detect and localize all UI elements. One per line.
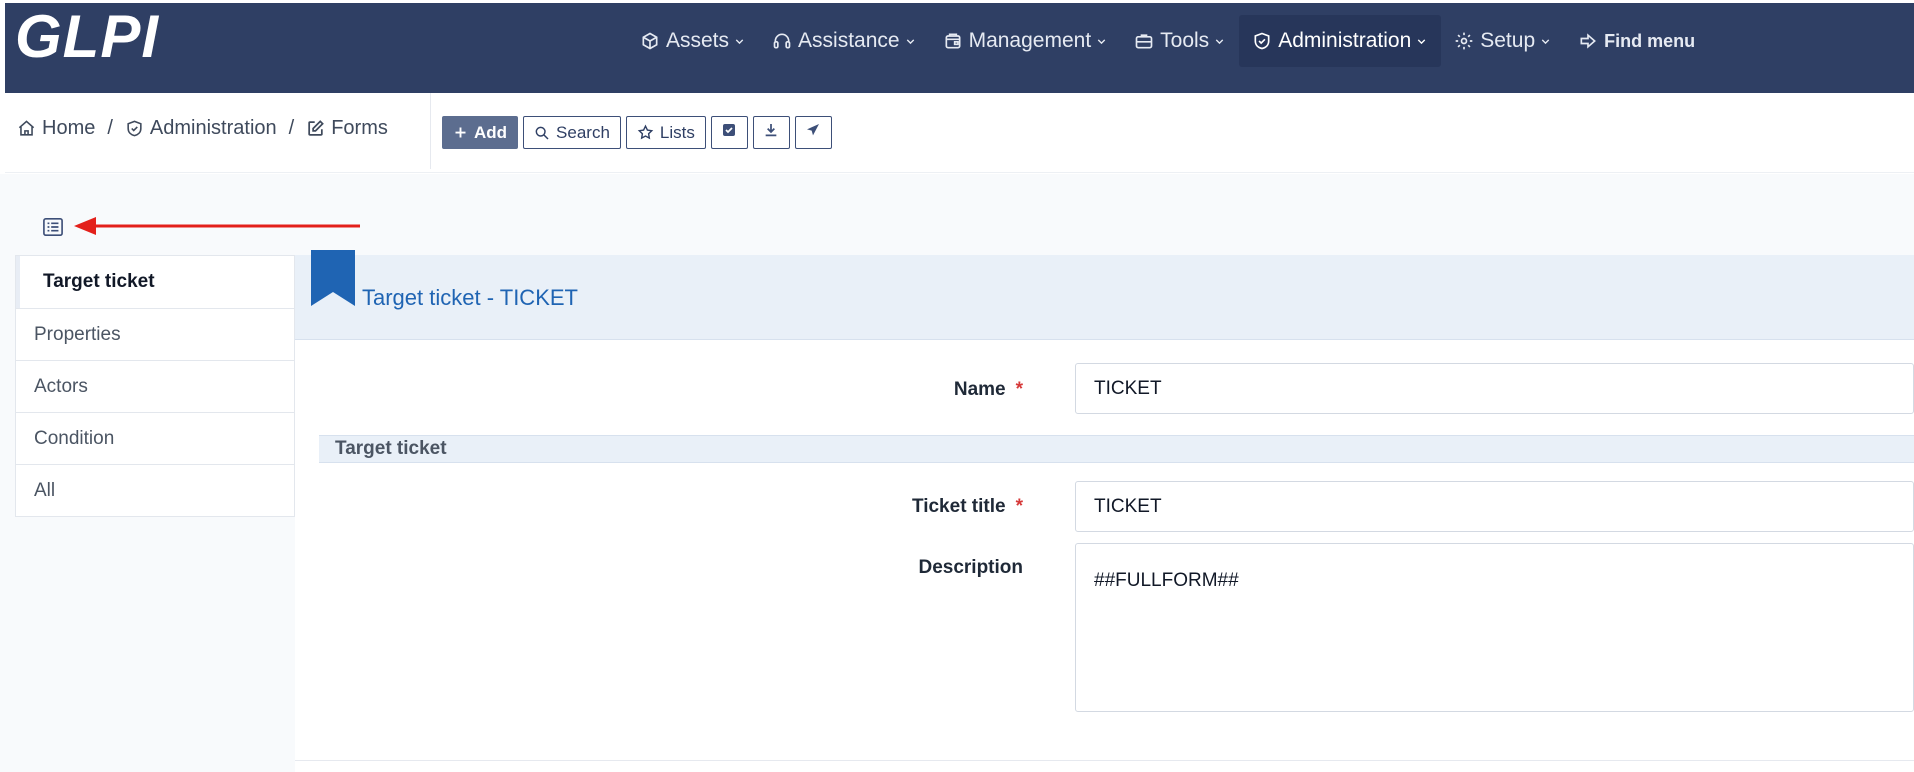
list-toggle-icon[interactable] xyxy=(41,216,65,238)
search-icon xyxy=(534,125,550,141)
breadcrumb-label: Administration xyxy=(149,117,277,139)
checkbox-icon xyxy=(721,122,737,143)
nav-item-label: Assets xyxy=(666,29,730,52)
breadcrumb-home[interactable]: Home xyxy=(17,117,95,140)
tab-all[interactable]: All xyxy=(16,464,294,516)
breadcrumb: Home / Administration / Forms xyxy=(17,117,388,140)
tab-actors[interactable]: Actors xyxy=(16,360,294,412)
nav-item-assets[interactable]: Assets xyxy=(627,15,759,67)
breadcrumb-separator: / xyxy=(107,117,113,139)
download-button[interactable] xyxy=(752,116,790,149)
bookmark-icon xyxy=(311,250,355,306)
chevron-down-icon xyxy=(1213,35,1226,48)
arrow-right-icon xyxy=(1578,31,1598,51)
required-marker: * xyxy=(1015,379,1023,400)
form-header: Target ticket - TICKET xyxy=(295,250,1914,340)
nav-item-assistance[interactable]: Assistance xyxy=(759,15,930,67)
glpi-logo[interactable]: GLPI xyxy=(15,7,159,67)
main-menu: Assets Assistance Management Tools Admin… xyxy=(627,15,1708,67)
chevron-down-icon xyxy=(904,35,917,48)
wallet-icon xyxy=(943,31,963,51)
description-label: Description xyxy=(918,557,1023,578)
breadcrumb-forms[interactable]: Forms xyxy=(306,117,388,140)
action-toolbar: Add Search Lists xyxy=(442,116,832,149)
breadcrumb-divider xyxy=(430,93,431,169)
shield-check-icon xyxy=(125,119,144,138)
send-button[interactable] xyxy=(794,116,832,149)
main-content: Target ticket - TICKET Name * TICKET Targ… xyxy=(295,250,1914,772)
breadcrumb-administration[interactable]: Administration xyxy=(125,117,277,140)
red-annotation-arrow xyxy=(74,217,360,235)
edit-icon xyxy=(306,119,325,138)
ticket-title-label-text: Ticket title xyxy=(911,496,1006,517)
find-menu-label: Find menu xyxy=(1604,30,1696,51)
nav-item-administration[interactable]: Administration xyxy=(1239,15,1442,67)
name-input[interactable]: TICKET xyxy=(1075,363,1914,414)
breadcrumb-separator: / xyxy=(288,117,295,139)
section-header-target-ticket: Target ticket xyxy=(319,435,1914,463)
add-button-label: Add xyxy=(474,122,508,142)
form-title: Target ticket - TICKET xyxy=(362,285,578,310)
breadcrumb-label: Home xyxy=(42,117,96,139)
name-label-text: Name xyxy=(953,379,1006,400)
checkbox-action-button[interactable] xyxy=(710,116,748,149)
top-navbar: GLPI Assets Assistance Management Tools … xyxy=(5,3,1914,93)
chevron-down-icon xyxy=(1539,35,1552,48)
lists-button[interactable]: Lists xyxy=(625,116,706,149)
tab-properties[interactable]: Properties xyxy=(16,308,294,360)
search-button-label: Search xyxy=(556,122,610,142)
content-bottom-border xyxy=(295,760,1914,761)
name-label: Name * xyxy=(954,379,1023,401)
nav-item-label: Tools xyxy=(1160,29,1210,52)
description-textarea[interactable]: ##FULLFORM## xyxy=(1075,543,1914,712)
shield-check-icon xyxy=(1252,31,1272,51)
breadcrumb-bar: Home / Administration / Forms Add Search… xyxy=(5,93,1914,173)
required-marker: * xyxy=(1015,496,1023,517)
tab-target-ticket[interactable]: Target ticket xyxy=(16,256,294,308)
side-tabs: Target ticket Properties Actors Conditio… xyxy=(15,255,295,517)
plus-icon xyxy=(453,125,468,140)
ticket-title-label: Ticket title * xyxy=(912,496,1023,518)
nav-item-tools[interactable]: Tools xyxy=(1121,15,1239,67)
paper-plane-icon xyxy=(805,122,821,143)
download-icon xyxy=(763,122,779,143)
find-menu-button[interactable]: Find menu xyxy=(1565,15,1708,67)
search-button[interactable]: Search xyxy=(523,116,621,149)
lists-button-label: Lists xyxy=(659,122,695,142)
nav-item-label: Management xyxy=(968,29,1092,52)
nav-item-label: Setup xyxy=(1480,29,1536,52)
ticket-title-input[interactable]: TICKET xyxy=(1075,481,1914,532)
gear-icon xyxy=(1454,31,1474,51)
star-icon xyxy=(637,124,654,141)
add-button[interactable]: Add xyxy=(442,116,519,149)
nav-item-label: Administration xyxy=(1278,29,1412,52)
nav-item-setup[interactable]: Setup xyxy=(1441,15,1565,67)
chevron-down-icon xyxy=(1095,35,1108,48)
tab-condition[interactable]: Condition xyxy=(16,412,294,464)
nav-item-label: Assistance xyxy=(798,29,900,52)
home-icon xyxy=(17,119,36,138)
chevron-down-icon xyxy=(1415,35,1428,48)
nav-item-management[interactable]: Management xyxy=(930,15,1122,67)
briefcase-icon xyxy=(1134,31,1154,51)
breadcrumb-label: Forms xyxy=(331,117,388,139)
chevron-down-icon xyxy=(733,35,746,48)
box-icon xyxy=(640,31,660,51)
headset-icon xyxy=(772,31,792,51)
